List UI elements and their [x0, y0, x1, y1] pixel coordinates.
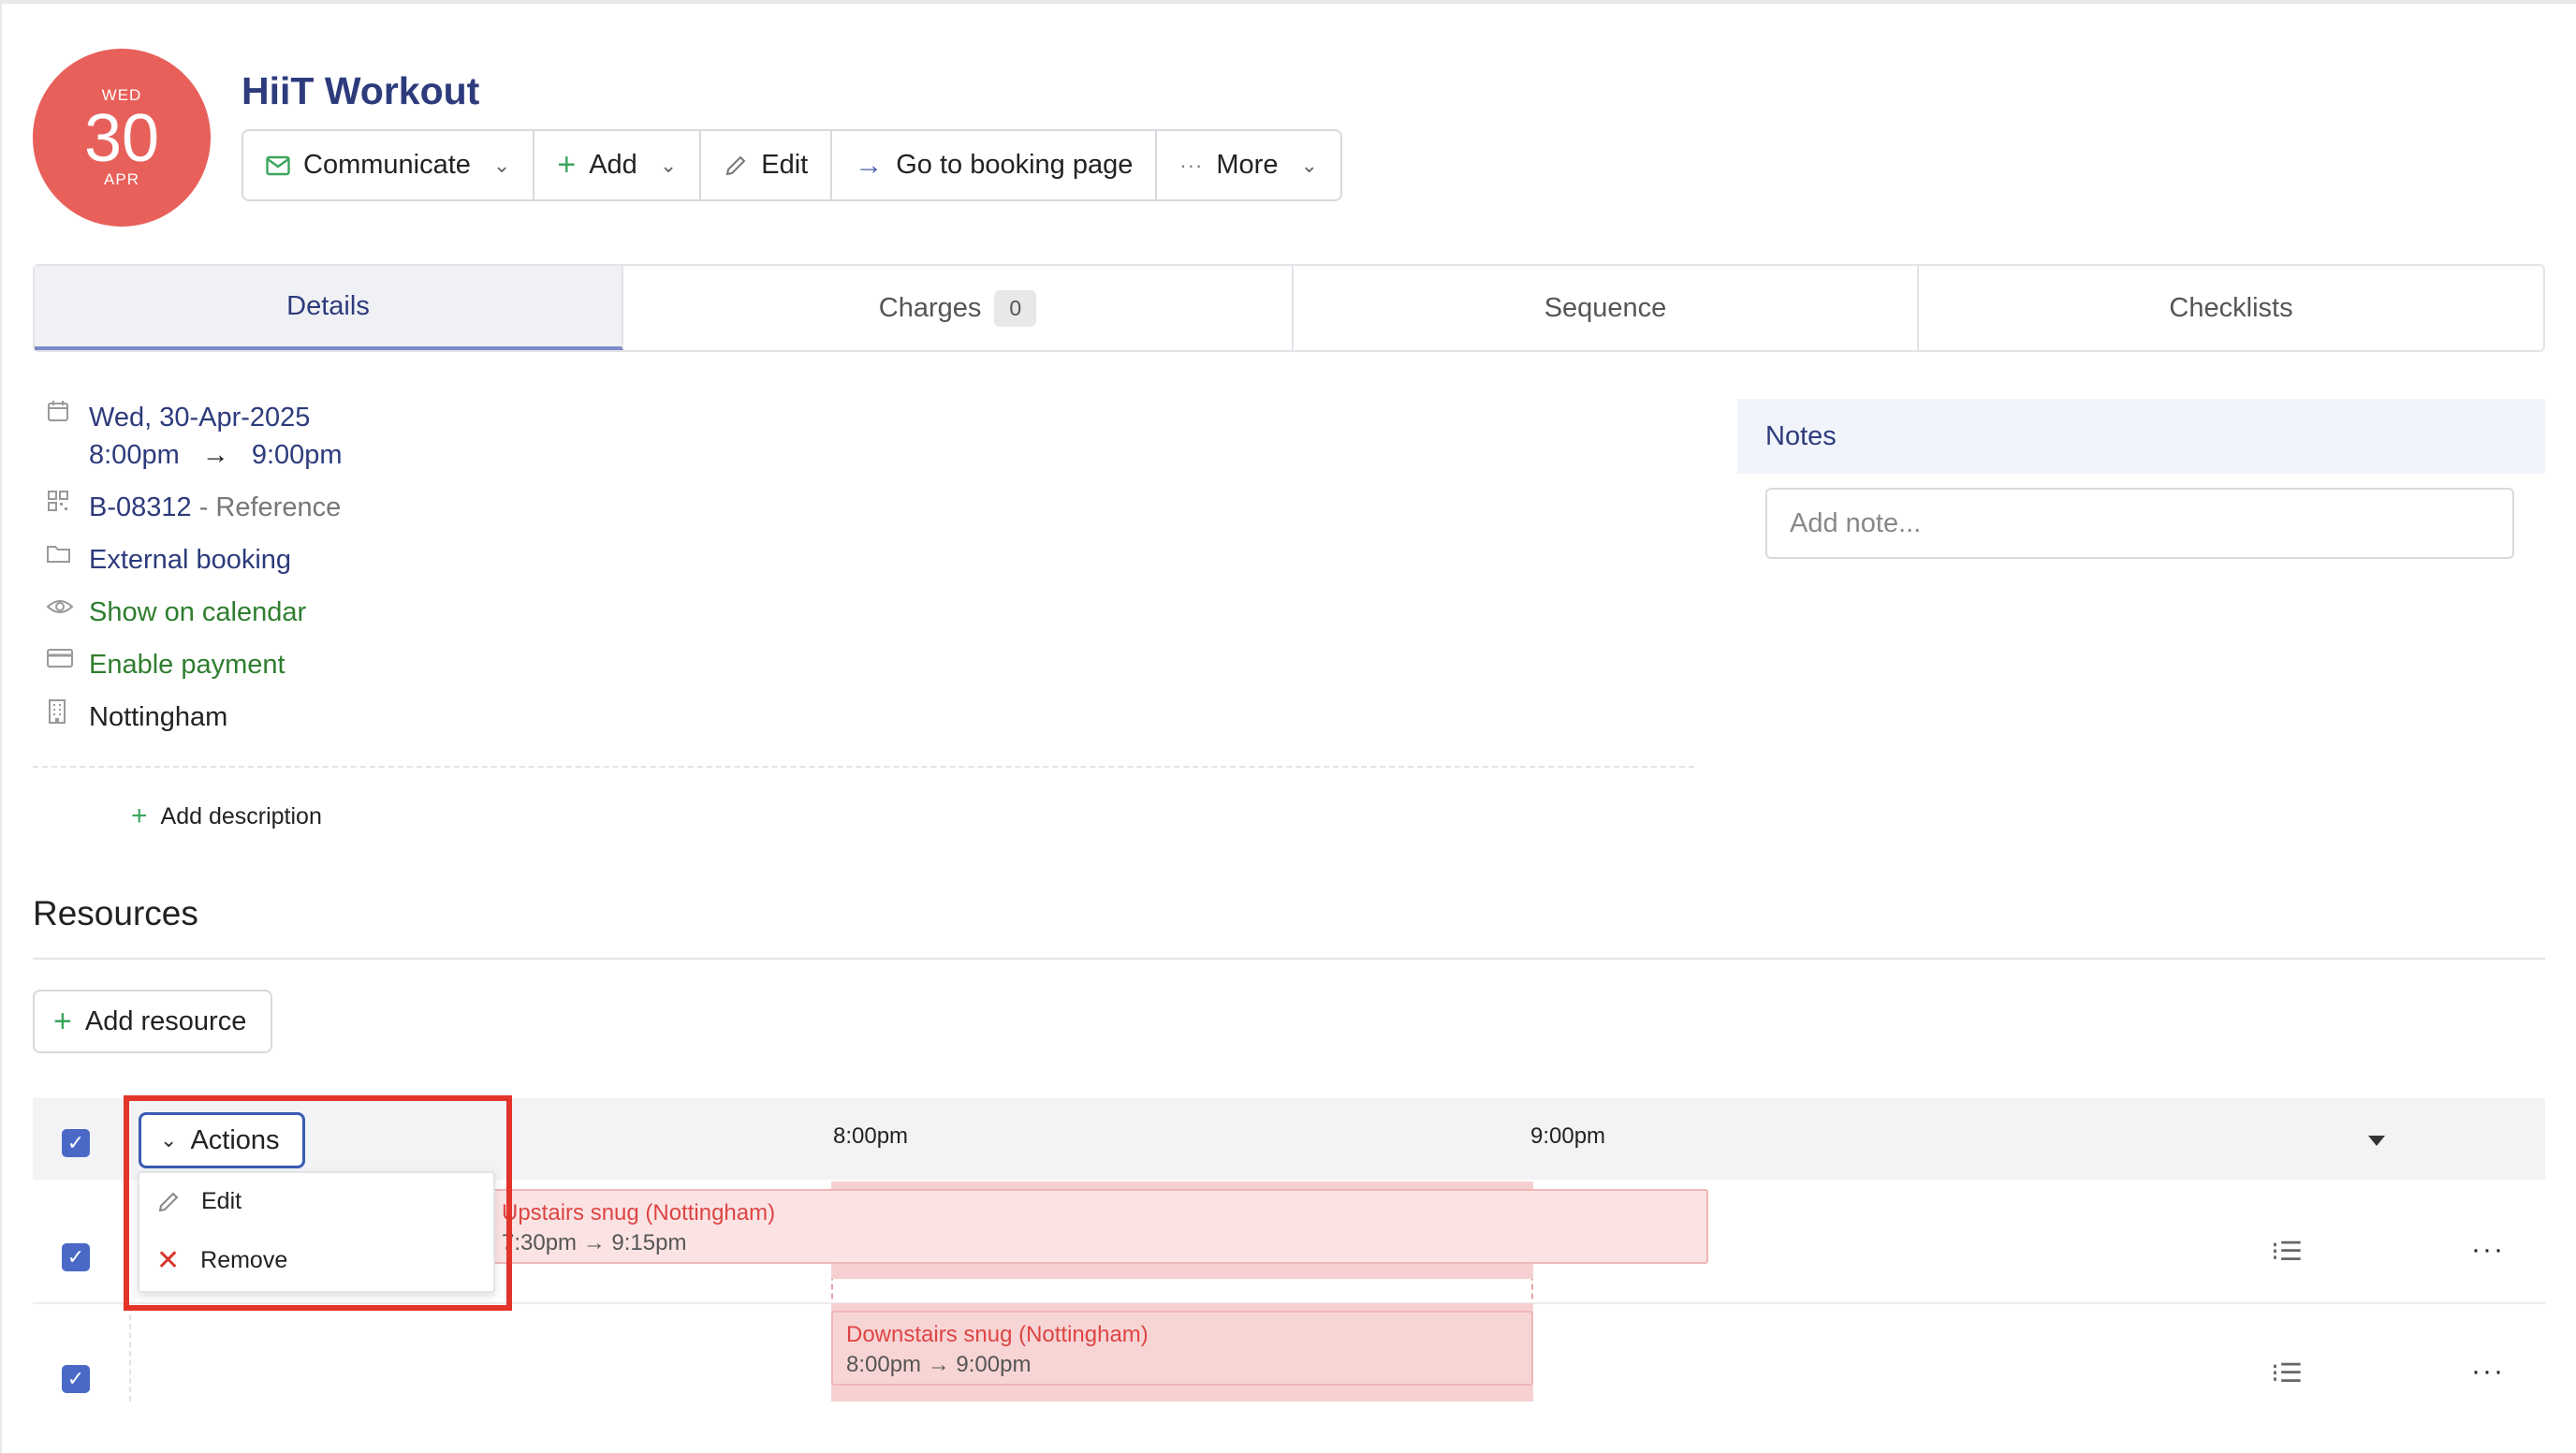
booking-time-range[interactable]: 8:00pm → 9:00pm — [89, 436, 343, 474]
arrow-right-icon: → — [855, 149, 884, 181]
timeline-label-9pm: 9:00pm — [1530, 1123, 1606, 1149]
chevron-down-icon: ⌄ — [659, 153, 678, 177]
select-all-checkbox[interactable]: ✓ — [62, 1129, 90, 1157]
resource-bar-upstairs[interactable]: Upstairs snug (Nottingham) 7:30pm → 9:15… — [487, 1189, 1708, 1264]
booking-type[interactable]: External booking — [89, 541, 291, 579]
tab-sequence[interactable]: Sequence — [1294, 266, 1919, 350]
show-on-calendar-toggle[interactable]: Show on calendar — [89, 594, 306, 631]
location: Nottingham — [89, 702, 228, 732]
go-to-booking-label: Go to booking page — [896, 150, 1134, 180]
detail-row-datetime: Wed, 30-Apr-2025 8:00pm → 9:00pm — [33, 399, 343, 474]
detail-row-reference: B-08312 - Reference — [33, 489, 341, 526]
communicate-button[interactable]: Communicate ⌄ — [243, 131, 535, 199]
building-icon — [33, 698, 89, 731]
start-time: 8:00pm — [89, 440, 180, 470]
grid-column-guide — [129, 1306, 131, 1402]
more-button[interactable]: ··· More ⌄ — [1157, 131, 1340, 199]
chevron-down-icon: ⌄ — [492, 153, 511, 177]
add-description-button[interactable]: + Add description — [131, 800, 322, 832]
calendar-icon — [33, 399, 89, 430]
add-description-label: Add description — [160, 802, 322, 829]
detail-row-payment: Enable payment — [33, 646, 285, 683]
row-checkbox[interactable]: ✓ — [62, 1243, 90, 1271]
row-more-icon[interactable]: ··· — [2471, 1234, 2505, 1266]
reference-label: - Reference — [191, 492, 342, 522]
add-button[interactable]: + Add ⌄ — [534, 131, 702, 199]
detail-row-type: External booking — [33, 541, 291, 579]
resource-time: 7:30pm → 9:15pm — [502, 1230, 687, 1255]
chevron-down-icon: ⌄ — [1300, 153, 1318, 177]
communicate-label: Communicate — [303, 150, 471, 180]
credit-card-icon — [33, 646, 89, 676]
detail-row-calendar: Show on calendar — [33, 594, 306, 631]
notes-header: Notes — [1737, 399, 2545, 474]
charges-count-badge: 0 — [994, 289, 1037, 327]
date-badge-month: APR — [104, 170, 139, 188]
booking-reference[interactable]: B-08312 — [89, 492, 192, 522]
tab-details-label: Details — [286, 290, 370, 321]
tab-charges[interactable]: Charges 0 — [623, 266, 1294, 350]
list-order-icon[interactable]: ⁝☰ — [2271, 1236, 2303, 1267]
enable-payment-toggle[interactable]: Enable payment — [89, 646, 285, 683]
pencil-icon — [725, 155, 746, 175]
arrow-right-icon: → — [201, 440, 229, 470]
end-time: 9:00pm — [251, 440, 343, 470]
tab-details[interactable]: Details — [35, 266, 623, 350]
resources-divider — [33, 958, 2545, 960]
timeline-label-8pm: 8:00pm — [833, 1123, 909, 1149]
resource-name: Downstairs snug (Nottingham) — [846, 1322, 1149, 1347]
tab-checklists[interactable]: Checklists — [1919, 266, 2543, 350]
add-note-input[interactable] — [1765, 488, 2514, 559]
qr-code-icon — [33, 489, 89, 520]
resource-time: 8:00pm → 9:00pm — [846, 1352, 1032, 1377]
plus-icon: + — [53, 1003, 72, 1039]
row-more-icon[interactable]: ··· — [2471, 1356, 2505, 1387]
plus-icon: + — [557, 147, 577, 183]
page-title: HiiT Workout — [242, 69, 480, 112]
detail-row-location: Nottingham — [33, 698, 227, 736]
add-resource-label: Add resource — [84, 1005, 247, 1036]
eye-icon — [33, 594, 89, 624]
date-badge: WED 30 APR — [33, 49, 211, 227]
date-badge-day: 30 — [83, 101, 160, 176]
sort-caret-icon[interactable] — [2368, 1136, 2385, 1146]
envelope-icon — [266, 155, 290, 175]
add-label: Add — [589, 150, 637, 180]
tab-sequence-label: Sequence — [1544, 292, 1667, 323]
annotation-highlight-box — [124, 1095, 512, 1311]
booking-date[interactable]: Wed, 30-Apr-2025 — [89, 399, 343, 436]
go-to-booking-page-button[interactable]: → Go to booking page — [832, 131, 1158, 199]
edit-label: Edit — [761, 150, 809, 180]
tab-charges-label: Charges — [878, 292, 982, 323]
folder-icon — [33, 541, 89, 571]
more-label: More — [1216, 150, 1279, 180]
row-checkbox[interactable]: ✓ — [62, 1365, 90, 1393]
ellipsis-icon: ··· — [1179, 153, 1204, 177]
resources-heading: Resources — [33, 894, 198, 932]
resource-name: Upstairs snug (Nottingham) — [502, 1200, 776, 1226]
list-order-icon[interactable]: ⁝☰ — [2271, 1358, 2303, 1388]
tab-bar: Details Charges 0 Sequence Checklists — [33, 264, 2545, 352]
add-resource-button[interactable]: + Add resource — [33, 990, 272, 1053]
toolbar: Communicate ⌄ + Add ⌄ Edit → Go to booki… — [242, 129, 1342, 201]
edit-button[interactable]: Edit — [701, 131, 833, 199]
details-divider — [33, 766, 1694, 768]
plus-icon: + — [131, 800, 148, 831]
tab-checklists-label: Checklists — [2169, 292, 2293, 323]
resource-bar-downstairs[interactable]: Downstairs snug (Nottingham) 8:00pm → 9:… — [831, 1311, 1533, 1386]
